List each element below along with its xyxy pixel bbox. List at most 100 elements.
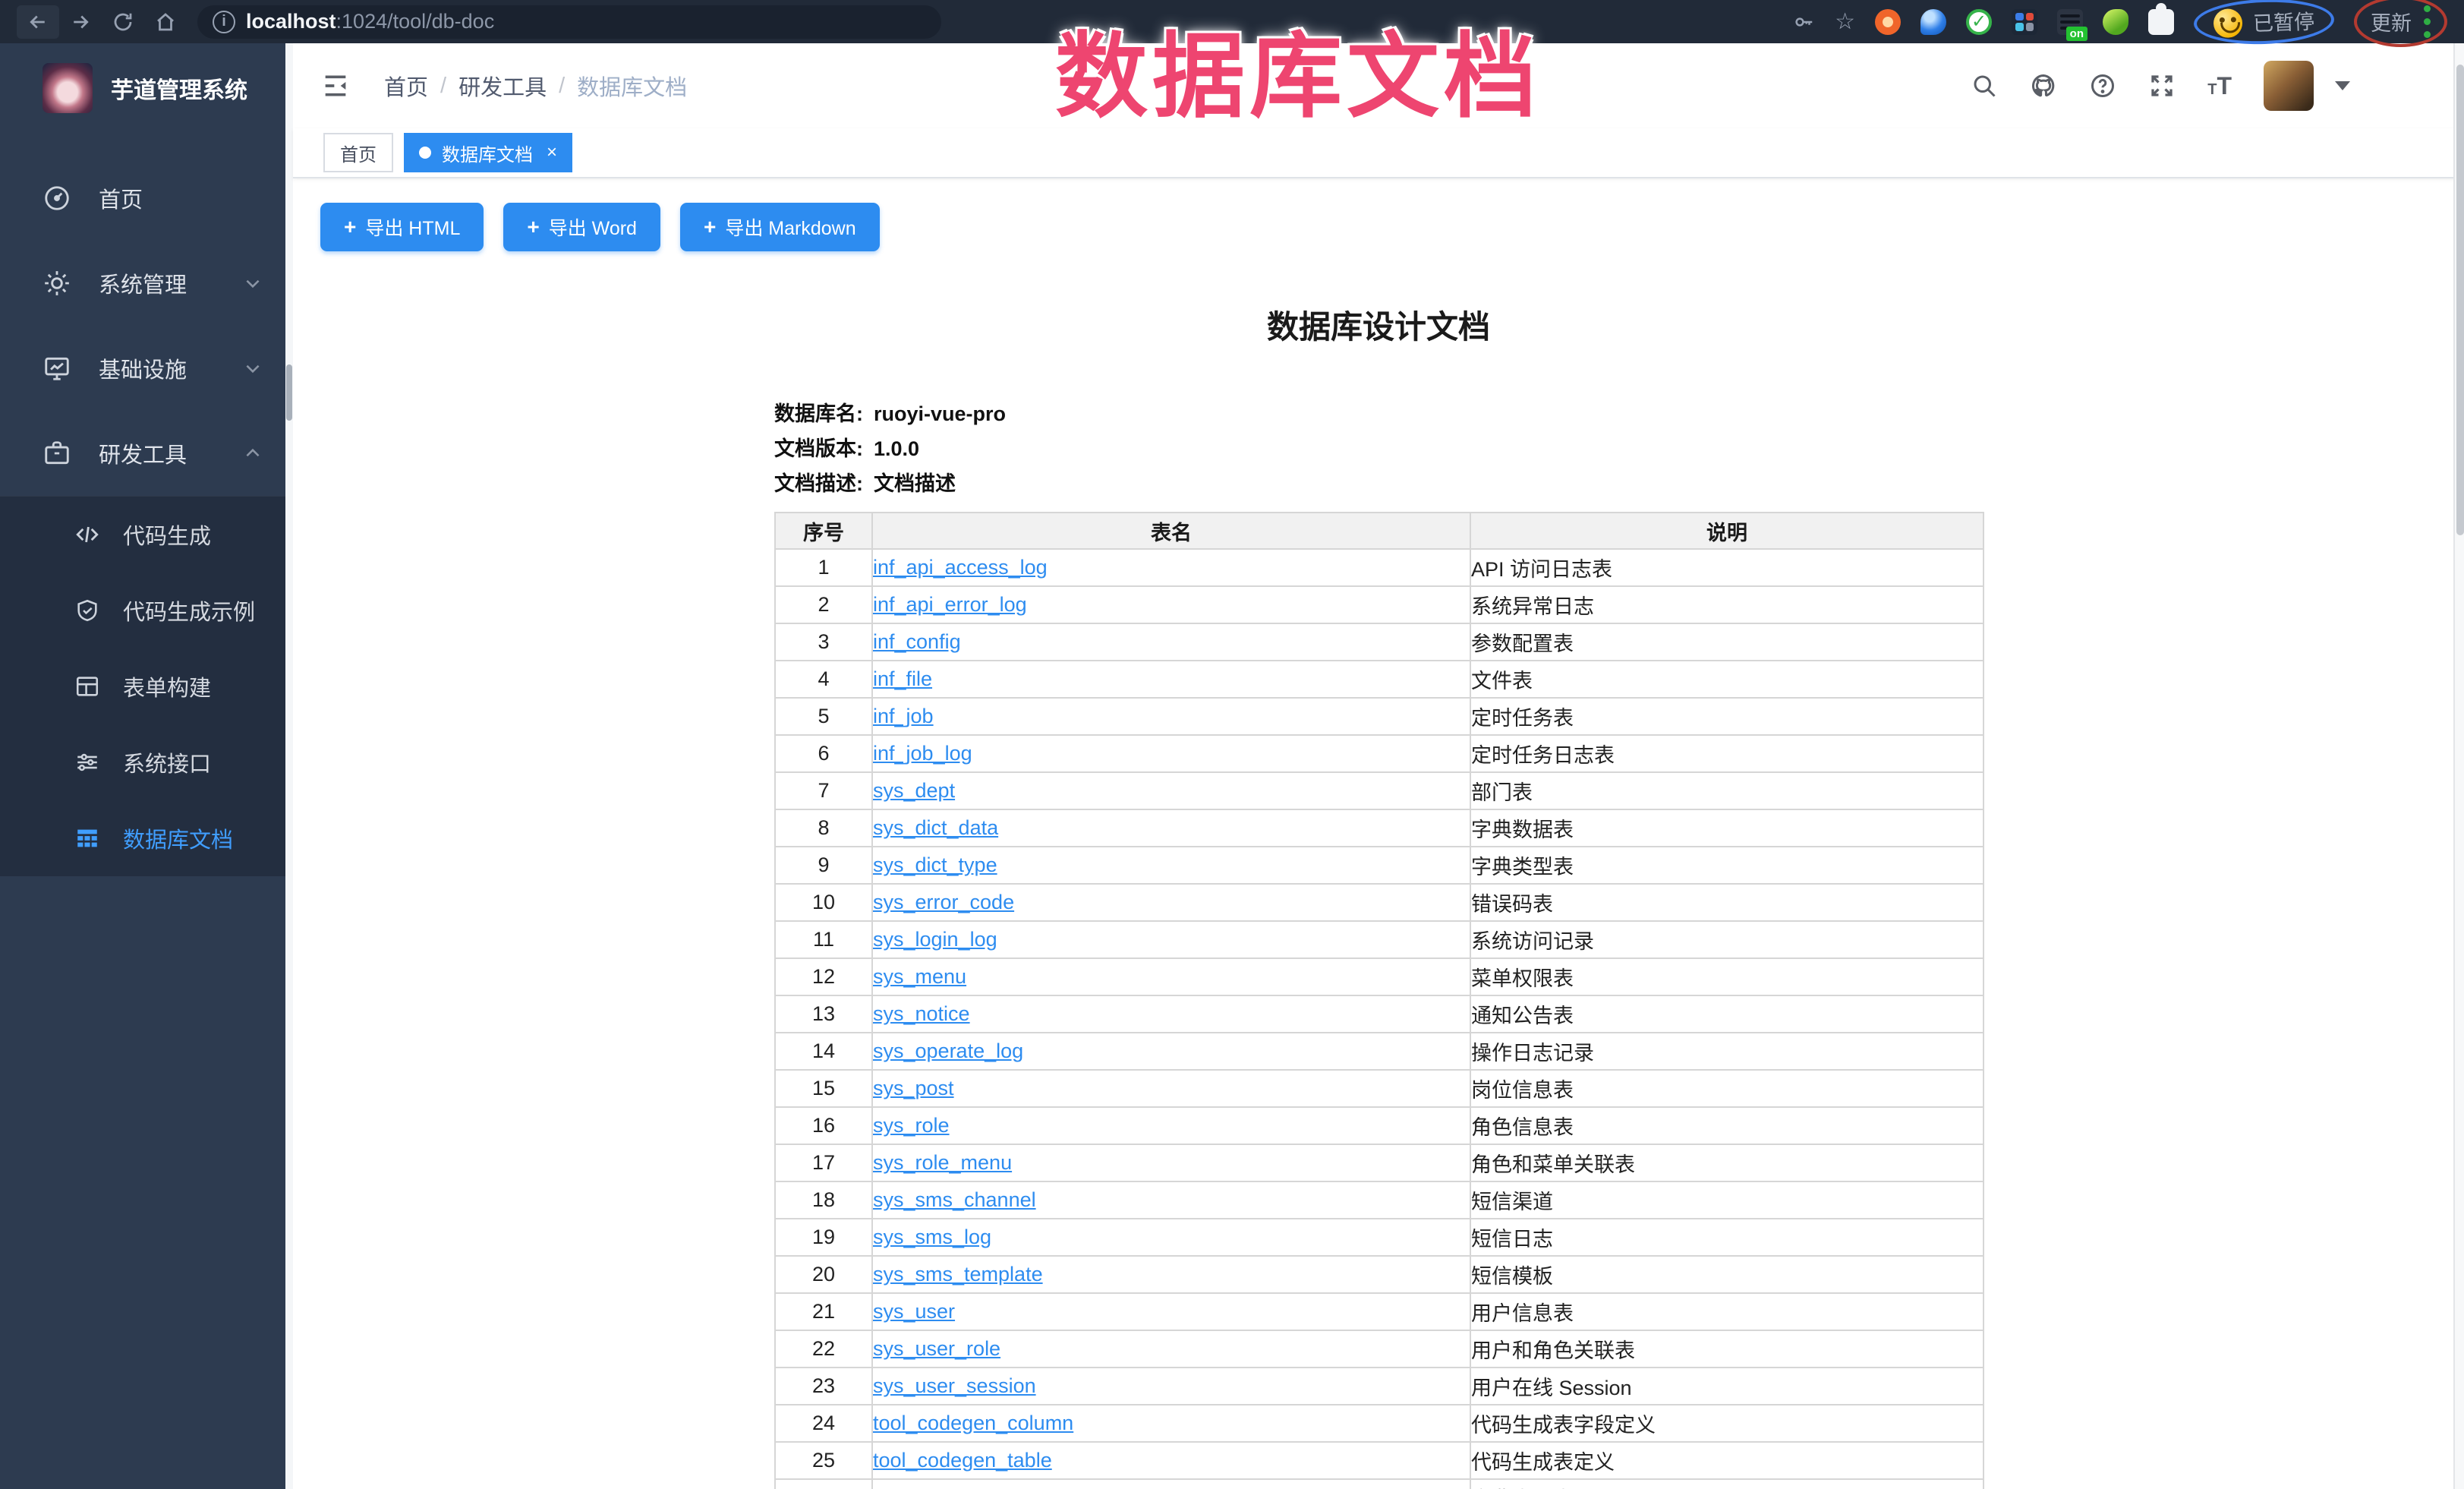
row-index: 16 [775,1107,872,1144]
dashboard-icon [43,184,71,213]
table-name-link[interactable]: tool_test_demo [873,1486,1013,1489]
table-name-link[interactable]: sys_post [873,1077,954,1099]
password-key-icon[interactable] [1792,11,1815,33]
sidebar-item-devtools[interactable]: 研发工具 [0,411,293,496]
app-logo-row[interactable]: 芋道管理系统 [0,43,293,121]
sidebar-fold-icon[interactable] [320,71,351,101]
table-row: 25 tool_codegen_table 代码生成表定义 [775,1442,1983,1479]
row-index: 14 [775,1033,872,1070]
plus-icon: + [527,216,539,238]
row-index: 26 [775,1479,872,1489]
row-index: 5 [775,698,872,735]
table-name-link[interactable]: inf_api_access_log [873,556,1048,579]
sidebar-item-form-builder[interactable]: 表单构建 [0,648,293,724]
table-name-link[interactable]: sys_sms_log [873,1226,991,1248]
sidebar-item-system-api[interactable]: 系统接口 [0,724,293,800]
table-name-link[interactable]: tool_codegen_table [873,1449,1052,1472]
table-name-link[interactable]: sys_user_session [873,1374,1036,1397]
table-name-link[interactable]: sys_sms_template [873,1263,1043,1286]
sidebar-item-db-doc[interactable]: 数据库文档 [0,800,293,876]
table-name-link[interactable]: sys_menu [873,965,966,988]
sidebar-item-codegen[interactable]: 代码生成 [0,497,293,573]
fullscreen-icon[interactable] [2148,72,2176,99]
table-name-link[interactable]: inf_config [873,630,961,653]
extension-icon-green-check[interactable]: ✓ [1966,9,1992,35]
row-index: 2 [775,586,872,623]
sidebar-item-home[interactable]: 首页 [0,156,293,241]
address-bar[interactable]: i localhost:1024/tool/db-doc [197,5,941,39]
tag-home[interactable]: 首页 [323,133,393,172]
extensions-puzzle-icon[interactable] [2148,9,2174,35]
table-name-link[interactable]: sys_error_code [873,891,1014,913]
page-scrollbar[interactable] [2453,43,2464,1489]
devtools-submenu: 代码生成 代码生成示例 表单构建 [0,496,293,876]
extension-icon-orange[interactable] [1875,9,1901,35]
table-name-link[interactable]: sys_operate_log [873,1039,1023,1062]
help-icon[interactable] [2089,72,2116,99]
app-logo-rabbit [43,63,93,113]
browser-menu-icon[interactable] [2424,5,2431,38]
row-index: 9 [775,847,872,884]
table-name-link[interactable]: sys_sms_channel [873,1188,1036,1211]
user-menu-caret-icon[interactable] [2335,81,2350,90]
table-name-link[interactable]: sys_dict_type [873,853,997,876]
export-word-button[interactable]: + 导出 Word [503,203,660,251]
site-info-icon[interactable]: i [213,11,235,33]
browser-forward-button[interactable] [59,5,102,39]
table-name-link[interactable]: inf_job_log [873,742,972,765]
table-name-link[interactable]: sys_dict_data [873,816,998,839]
table-name-link[interactable]: inf_api_error_log [873,593,1027,616]
sidebar-scrollbar[interactable] [285,43,293,1489]
row-index: 19 [775,1219,872,1256]
sidebar-scrollbar-thumb[interactable] [286,364,292,421]
table-name-link[interactable]: sys_login_log [873,928,997,951]
row-index: 1 [775,549,872,586]
row-index: 25 [775,1442,872,1479]
sidebar-item-codegen-demo[interactable]: 代码生成示例 [0,573,293,648]
row-index: 13 [775,995,872,1033]
meta-label: 数据库名: [774,396,863,431]
table-name-link[interactable]: sys_notice [873,1002,970,1025]
table-row: 14 sys_operate_log 操作日志记录 [775,1033,1983,1070]
profile-paused-annotation[interactable]: 已暂停 [2193,0,2335,46]
browser-reload-button[interactable] [102,5,144,39]
row-index: 17 [775,1144,872,1181]
github-icon[interactable] [2030,72,2057,99]
sidebar-item-infra[interactable]: 基础设施 [0,326,293,411]
table-name-link[interactable]: tool_codegen_column [873,1412,1073,1434]
extension-icon-switch[interactable]: on [2057,9,2083,35]
table-name-link[interactable]: sys_user [873,1300,955,1323]
sidebar-item-system[interactable]: 系统管理 [0,241,293,326]
extension-icon-grid[interactable] [2012,9,2037,35]
browser-update-annotation[interactable]: 更新 [2354,0,2447,47]
sidebar-item-label: 代码生成示例 [123,595,255,626]
search-icon[interactable] [1971,72,1998,99]
table-row: 3 inf_config 参数配置表 [775,623,1983,661]
export-html-button[interactable]: + 导出 HTML [320,203,484,251]
tag-close-icon[interactable]: × [547,142,557,163]
overlay-annotation-title: 数据库文档 [1055,2,1541,136]
breadcrumb-devtools[interactable]: 研发工具 [458,70,547,102]
browser-home-button[interactable] [144,5,187,39]
table-name-link[interactable]: inf_job [873,705,934,727]
breadcrumb-home[interactable]: 首页 [384,70,428,102]
page-scrollbar-thumb[interactable] [2456,65,2464,535]
table-row: 15 sys_post 岗位信息表 [775,1070,1983,1107]
row-index: 21 [775,1293,872,1330]
tag-db-doc[interactable]: 数据库文档 × [404,133,572,172]
font-size-icon[interactable]: TT [2207,72,2232,100]
table-name-link[interactable]: sys_user_role [873,1337,1000,1360]
bookmark-star-icon[interactable]: ☆ [1835,11,1855,33]
extension-icon-green[interactable] [2103,9,2128,35]
export-markdown-button[interactable]: + 导出 Markdown [680,203,880,251]
table-name-link[interactable]: inf_file [873,667,932,690]
table-name-link[interactable]: sys_role [873,1114,950,1137]
table-row: 6 inf_job_log 定时任务日志表 [775,735,1983,772]
table-name-link[interactable]: sys_role_menu [873,1151,1012,1174]
extension-icon-blue-pin[interactable] [1920,9,1946,35]
reload-icon [112,11,134,33]
user-avatar[interactable] [2264,61,2314,111]
table-row: 26 tool_test_demo 字典类型表 [775,1479,1983,1489]
browser-back-button[interactable] [17,5,59,39]
table-name-link[interactable]: sys_dept [873,779,955,802]
